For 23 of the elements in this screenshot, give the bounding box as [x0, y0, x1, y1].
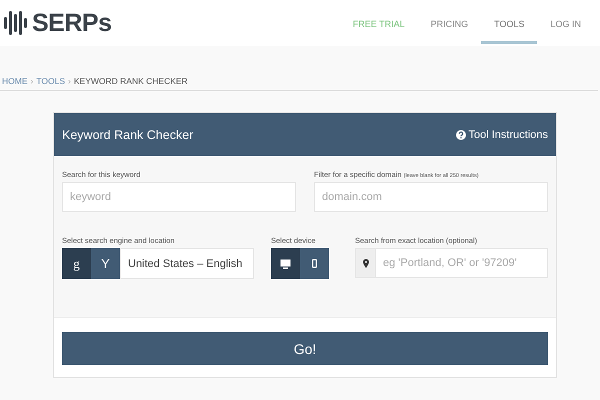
domain-field[interactable]: domain.com [314, 182, 548, 212]
device-button[interactable] [271, 248, 300, 279]
breadcrumb-current: KEYWORD RANK CHECKER [74, 76, 188, 86]
location-field[interactable]: United States – English [120, 248, 254, 279]
nav-link[interactable]: TOOLS [481, 2, 538, 44]
map-pin-icon [362, 258, 368, 268]
monitor-icon [280, 258, 291, 268]
breadcrumb-separator: › [30, 76, 34, 86]
engine-button[interactable]: g [62, 248, 91, 279]
go-button[interactable]: Go! [62, 332, 548, 365]
device-button[interactable] [300, 248, 329, 279]
logo-text[interactable]: SERPs [32, 8, 112, 38]
panel-title: Keyword Rank Checker [62, 128, 194, 142]
exact-location-field[interactable]: eg 'Portland, OR' or '97209' [375, 248, 548, 278]
logo-bars-icon [4, 9, 28, 37]
nav-link[interactable]: LOG IN [537, 2, 594, 44]
engine-button[interactable]: Y [91, 248, 120, 279]
nav-link[interactable]: PRICING [418, 2, 482, 44]
breadcrumb-separator: › [68, 76, 71, 86]
help-icon [456, 130, 466, 140]
keyword-field[interactable]: keyword [62, 182, 296, 212]
phone-icon [312, 259, 317, 268]
tool-instructions-link[interactable]: Tool Instructions [456, 128, 548, 140]
